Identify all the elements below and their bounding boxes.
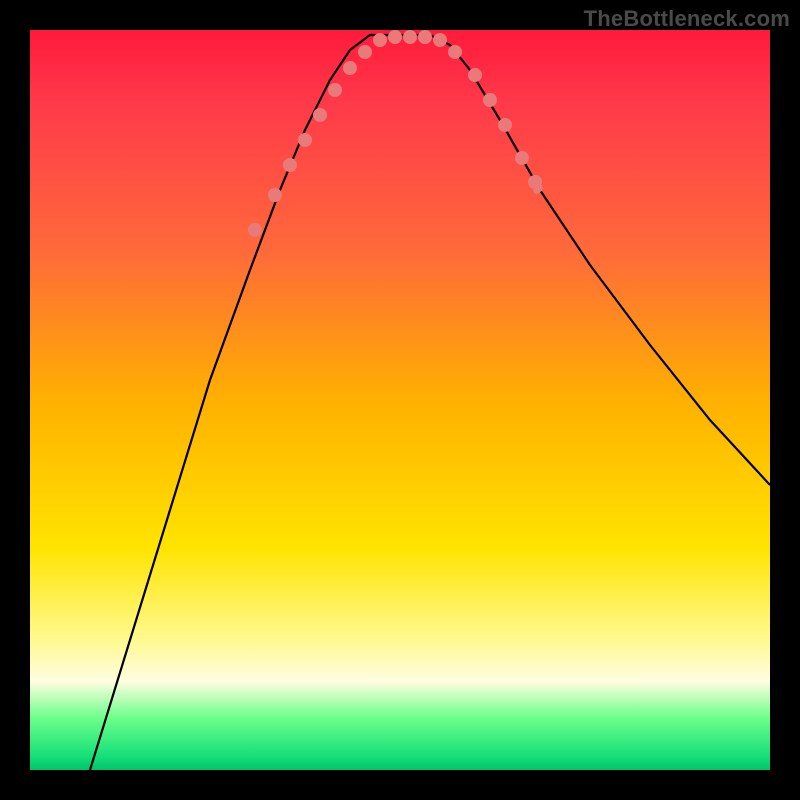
data-point: [498, 118, 512, 132]
data-point: [529, 176, 537, 184]
data-point: [418, 30, 432, 44]
data-point: [248, 223, 262, 237]
data-point: [343, 61, 357, 75]
data-point: [388, 30, 402, 44]
bottleneck-curve: [90, 35, 770, 770]
data-point: [313, 108, 327, 122]
data-point: [515, 151, 529, 165]
data-point: [483, 93, 497, 107]
markers-layer: [248, 30, 543, 237]
lines-layer: [90, 35, 770, 770]
data-point: [373, 33, 387, 47]
data-point: [283, 158, 297, 172]
chart-frame: TheBottleneck.com: [0, 0, 800, 800]
data-point: [268, 188, 282, 202]
data-point: [533, 186, 541, 194]
data-point: [448, 45, 462, 59]
data-point: [403, 30, 417, 44]
watermark-text: TheBottleneck.com: [584, 6, 790, 32]
data-point: [433, 33, 447, 47]
chart-svg: [30, 30, 770, 770]
data-point: [298, 133, 312, 147]
data-point: [468, 68, 482, 82]
plot-area: [30, 30, 770, 770]
data-point: [328, 83, 342, 97]
data-point: [358, 45, 372, 59]
